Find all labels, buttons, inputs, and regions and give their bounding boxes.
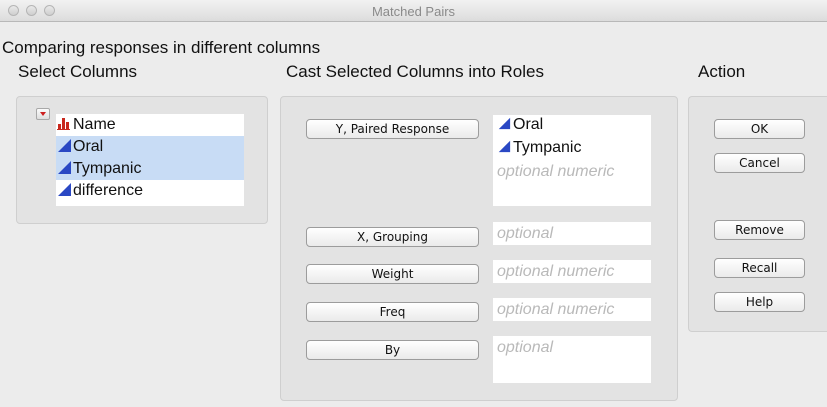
nominal-bar-chart-icon	[57, 118, 70, 130]
dialog-subtitle: Comparing responses in different columns	[2, 38, 321, 57]
y-role-item-label: Oral	[513, 116, 544, 133]
column-label: Oral	[73, 138, 104, 155]
continuous-triangle-icon	[58, 139, 71, 152]
column-item-difference[interactable]: difference	[56, 180, 244, 202]
x-role-list[interactable]: optional	[493, 222, 651, 245]
columns-menu-dropdown[interactable]	[36, 108, 50, 120]
continuous-triangle-icon	[58, 183, 71, 196]
column-item-oral[interactable]: Oral	[56, 136, 244, 158]
cancel-button[interactable]: Cancel	[714, 153, 805, 173]
y-role-placeholder: optional numeric	[497, 163, 615, 180]
by-button[interactable]: By	[306, 340, 479, 360]
column-label: Name	[73, 116, 116, 133]
y-role-item-label: Tympanic	[513, 139, 582, 156]
y-paired-response-button[interactable]: Y, Paired Response	[306, 119, 479, 139]
y-role-item[interactable]: Tympanic	[497, 139, 581, 157]
freq-button[interactable]: Freq	[306, 302, 479, 322]
continuous-triangle-icon	[498, 140, 511, 153]
window-titlebar: Matched Pairs	[0, 0, 827, 22]
y-role-item[interactable]: Oral	[497, 116, 543, 134]
freq-role-placeholder: optional numeric	[497, 301, 615, 318]
columns-list[interactable]: Name Oral Tympanic difference	[56, 114, 244, 206]
y-role-list[interactable]: Oral Tympanic optional numeric	[493, 115, 651, 206]
column-label: Tympanic	[73, 160, 142, 177]
red-triangle-menu-icon	[40, 112, 46, 116]
by-role-list[interactable]: optional	[493, 336, 651, 383]
column-label: difference	[73, 182, 143, 199]
x-grouping-button[interactable]: X, Grouping	[306, 227, 479, 247]
by-role-placeholder: optional	[497, 339, 554, 356]
x-role-placeholder: optional	[497, 225, 554, 242]
window-title: Matched Pairs	[371, 4, 456, 19]
column-item-name[interactable]: Name	[56, 114, 244, 136]
weight-button[interactable]: Weight	[306, 264, 479, 284]
continuous-triangle-icon	[498, 117, 511, 130]
cast-roles-heading: Cast Selected Columns into Roles	[286, 62, 544, 81]
weight-role-list[interactable]: optional numeric	[493, 260, 651, 283]
column-item-tympanic[interactable]: Tympanic	[56, 158, 244, 180]
weight-role-placeholder: optional numeric	[497, 263, 615, 280]
continuous-triangle-icon	[58, 161, 71, 174]
remove-button[interactable]: Remove	[714, 220, 805, 240]
recall-button[interactable]: Recall	[714, 258, 805, 278]
ok-button[interactable]: OK	[714, 119, 805, 139]
help-button[interactable]: Help	[714, 292, 805, 312]
action-heading: Action	[698, 62, 746, 81]
freq-role-list[interactable]: optional numeric	[493, 298, 651, 321]
select-columns-heading: Select Columns	[18, 62, 138, 81]
